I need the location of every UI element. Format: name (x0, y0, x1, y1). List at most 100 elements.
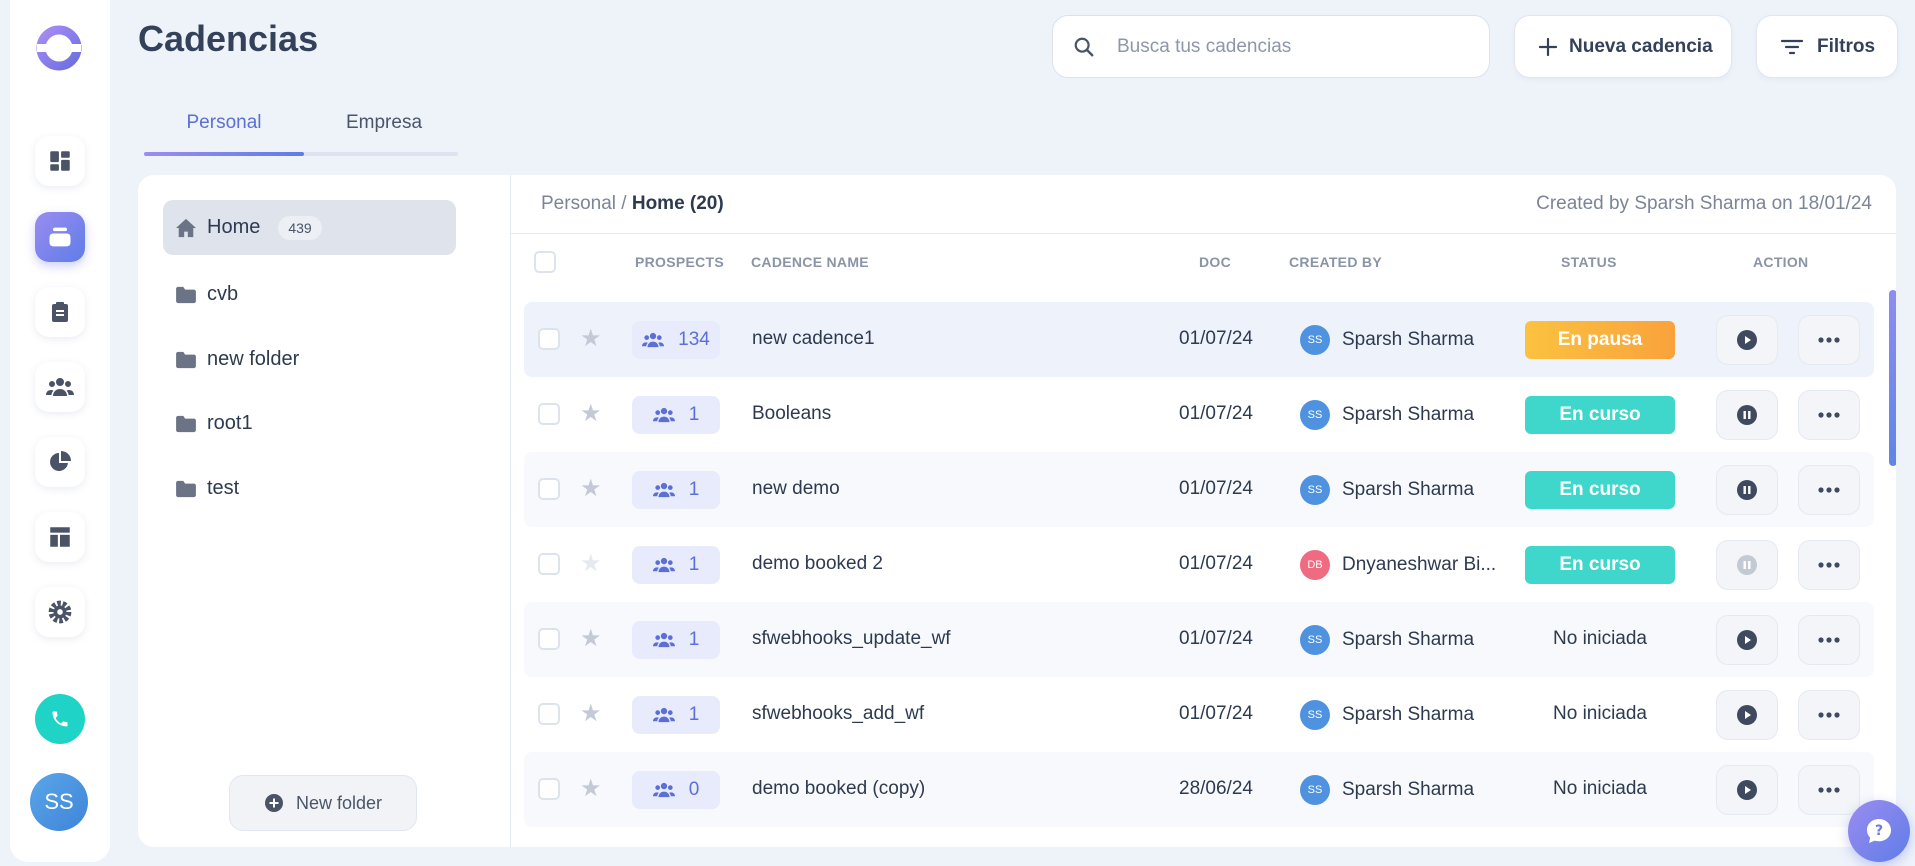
creator-name: Sparsh Sharma (1342, 779, 1475, 800)
more-options-button[interactable] (1798, 315, 1860, 365)
more-options-button[interactable] (1798, 540, 1860, 590)
prospects-count-button[interactable]: 1 (632, 696, 720, 734)
cadence-name[interactable]: demo booked 2 (752, 553, 883, 575)
col-header-created-by[interactable]: CREATED BY (1289, 254, 1382, 270)
col-header-doc[interactable]: DOC (1199, 254, 1231, 270)
nav-cadences[interactable] (35, 212, 85, 262)
people-icon (652, 482, 675, 498)
nav-dashboard[interactable] (35, 136, 85, 186)
pause-button[interactable] (1716, 390, 1778, 440)
select-all-checkbox[interactable] (534, 251, 556, 273)
play-button[interactable] (1716, 315, 1778, 365)
pause-circle-icon (1737, 480, 1757, 500)
cadence-name[interactable]: sfwebhooks_update_wf (752, 628, 951, 650)
cadence-name[interactable]: new cadence1 (752, 328, 875, 350)
doc-date: 28/06/24 (1179, 778, 1253, 799)
tab-personal[interactable]: Personal (144, 112, 304, 134)
prospects-count-button[interactable]: 1 (632, 471, 720, 509)
more-options-button[interactable] (1798, 465, 1860, 515)
breadcrumb-parent[interactable]: Personal (541, 193, 616, 214)
search-input[interactable] (1117, 35, 1457, 58)
people-icon (652, 782, 675, 798)
folder-item-new-folder[interactable]: new folder (163, 332, 456, 387)
header-divider (511, 233, 1896, 234)
star-icon[interactable]: ★ (580, 774, 602, 803)
folder-panel: Home 439 cvb new folder root1 test New f… (138, 175, 510, 847)
prospects-count-button[interactable]: 0 (632, 771, 720, 809)
col-header-prospects[interactable]: PROSPECTS (635, 254, 724, 270)
help-chat-button[interactable]: ? (1848, 800, 1910, 862)
creator-name: Sparsh Sharma (1342, 629, 1475, 650)
row-checkbox[interactable] (538, 328, 560, 350)
more-horizontal-icon (1818, 487, 1840, 493)
table-row[interactable]: ★ 1 sfwebhooks_add_wf 01/07/24 SS Sparsh… (524, 677, 1874, 752)
table-row[interactable]: ★ 1 sfwebhooks_update_wf 01/07/24 SS Spa… (524, 602, 1874, 677)
folder-label: new folder (207, 348, 300, 370)
star-icon[interactable]: ★ (580, 699, 602, 728)
app-logo-icon[interactable] (35, 24, 83, 72)
cadence-name[interactable]: demo booked (copy) (752, 778, 925, 800)
pause-button[interactable] (1716, 465, 1778, 515)
row-checkbox[interactable] (538, 478, 560, 500)
star-icon[interactable]: ★ (580, 549, 602, 578)
play-circle-icon (1737, 330, 1757, 350)
prospects-count-button[interactable]: 1 (632, 396, 720, 434)
table-row[interactable]: ★ 1 demo booked 2 01/07/24 DB Dnyaneshwa… (524, 527, 1874, 602)
more-horizontal-icon (1818, 412, 1840, 418)
creator-name: Sparsh Sharma (1342, 479, 1475, 500)
nav-contacts[interactable] (35, 362, 85, 412)
more-options-button[interactable] (1798, 765, 1860, 815)
more-options-button[interactable] (1798, 615, 1860, 665)
nav-templates[interactable] (35, 512, 85, 562)
more-options-button[interactable] (1798, 390, 1860, 440)
play-button[interactable] (1716, 765, 1778, 815)
new-folder-button[interactable]: New folder (229, 775, 417, 831)
table-row[interactable]: ★ 1 new demo 01/07/24 SS Sparsh Sharma E… (524, 452, 1874, 527)
cadence-name[interactable]: Booleans (752, 403, 831, 425)
row-checkbox[interactable] (538, 703, 560, 725)
row-checkbox[interactable] (538, 403, 560, 425)
status-badge: En pausa (1525, 321, 1675, 359)
nav-tasks[interactable] (35, 287, 85, 337)
folder-icon (176, 351, 196, 368)
folder-item-root1[interactable]: root1 (163, 396, 456, 451)
doc-date: 01/07/24 (1179, 403, 1253, 424)
table-row[interactable]: ★ 134 new cadence1 01/07/24 SS Sparsh Sh… (524, 302, 1874, 377)
row-checkbox[interactable] (538, 778, 560, 800)
star-icon[interactable]: ★ (580, 324, 602, 353)
side-rail: SS (10, 0, 110, 862)
star-icon[interactable]: ★ (580, 399, 602, 428)
prospects-count-button[interactable]: 1 (632, 621, 720, 659)
row-checkbox[interactable] (538, 553, 560, 575)
filters-button[interactable]: Filtros (1756, 15, 1898, 78)
play-button[interactable] (1716, 690, 1778, 740)
prospects-count-button[interactable]: 134 (632, 321, 720, 359)
tab-empresa[interactable]: Empresa (304, 112, 464, 134)
play-button[interactable] (1716, 615, 1778, 665)
user-avatar[interactable]: SS (30, 773, 88, 831)
prospects-count-button[interactable]: 1 (632, 546, 720, 584)
cadence-name[interactable]: sfwebhooks_add_wf (752, 703, 924, 725)
search-box[interactable] (1052, 15, 1490, 78)
row-checkbox[interactable] (538, 628, 560, 650)
col-header-cadence-name[interactable]: CADENCE NAME (751, 254, 869, 270)
cadence-name[interactable]: new demo (752, 478, 840, 500)
vertical-scrollbar[interactable] (1889, 290, 1896, 466)
table-row[interactable]: ★ 1 Booleans 01/07/24 SS Sparsh Sharma E… (524, 377, 1874, 452)
table-row[interactable]: ★ 0 demo booked (copy) 28/06/24 SS Spars… (524, 752, 1874, 827)
more-options-button[interactable] (1798, 690, 1860, 740)
folder-created-note: Created by Sparsh Sharma on 18/01/24 (1536, 193, 1872, 214)
nav-settings[interactable] (35, 587, 85, 637)
star-icon[interactable]: ★ (580, 624, 602, 653)
prospects-count: 1 (688, 629, 700, 650)
new-cadence-button[interactable]: Nueva cadencia (1514, 15, 1732, 78)
status-text: No iniciada (1553, 778, 1647, 799)
folder-item-home[interactable]: Home 439 (163, 200, 456, 255)
folder-item-cvb[interactable]: cvb (163, 267, 456, 322)
gear-icon (48, 600, 72, 624)
pie-chart-icon (50, 451, 71, 471)
star-icon[interactable]: ★ (580, 474, 602, 503)
phone-button[interactable] (35, 694, 85, 744)
folder-item-test[interactable]: test (163, 461, 456, 516)
nav-analytics[interactable] (35, 437, 85, 487)
